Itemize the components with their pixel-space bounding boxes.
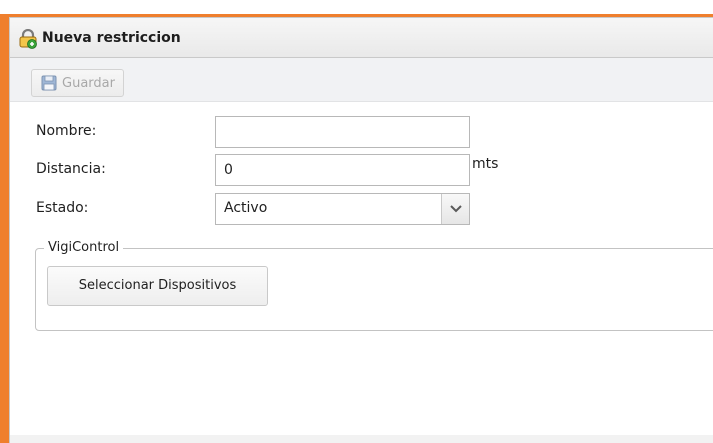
window-title: Nueva restriccion bbox=[42, 30, 181, 46]
nombre-field[interactable] bbox=[215, 116, 470, 148]
save-icon bbox=[40, 74, 58, 92]
distancia-label: Distancia: bbox=[36, 161, 106, 177]
save-button[interactable]: Guardar bbox=[31, 69, 124, 97]
chevron-down-icon bbox=[450, 205, 462, 213]
estado-selected-value: Activo bbox=[224, 200, 268, 216]
vigicontrol-legend: VigiControl bbox=[44, 239, 124, 257]
bottom-bar bbox=[10, 435, 713, 443]
estado-dropdown-trigger[interactable] bbox=[441, 194, 469, 224]
restriction-window: Nueva restriccion Guardar Nombre: Distan… bbox=[0, 14, 713, 443]
restriction-form: Nombre: Distancia: mts Estado: Activo Vi… bbox=[10, 102, 713, 443]
distancia-unit: mts bbox=[472, 156, 499, 172]
distancia-field[interactable] bbox=[215, 154, 470, 186]
lock-icon bbox=[18, 28, 38, 49]
select-devices-button[interactable]: Seleccionar Dispositivos bbox=[47, 266, 268, 306]
estado-select[interactable]: Activo bbox=[215, 193, 470, 225]
page: Nueva restriccion Guardar Nombre: Distan… bbox=[0, 0, 713, 443]
vigicontrol-fieldset: VigiControl Seleccionar Dispositivos bbox=[35, 239, 713, 331]
nombre-label: Nombre: bbox=[36, 123, 97, 139]
save-button-label: Guardar bbox=[62, 76, 115, 91]
window-body: Guardar Nombre: Distancia: mts Estado: A… bbox=[9, 58, 713, 443]
window-title-bar: Nueva restriccion bbox=[9, 17, 713, 58]
toolbar: Guardar bbox=[10, 58, 713, 102]
estado-label: Estado: bbox=[36, 200, 89, 216]
